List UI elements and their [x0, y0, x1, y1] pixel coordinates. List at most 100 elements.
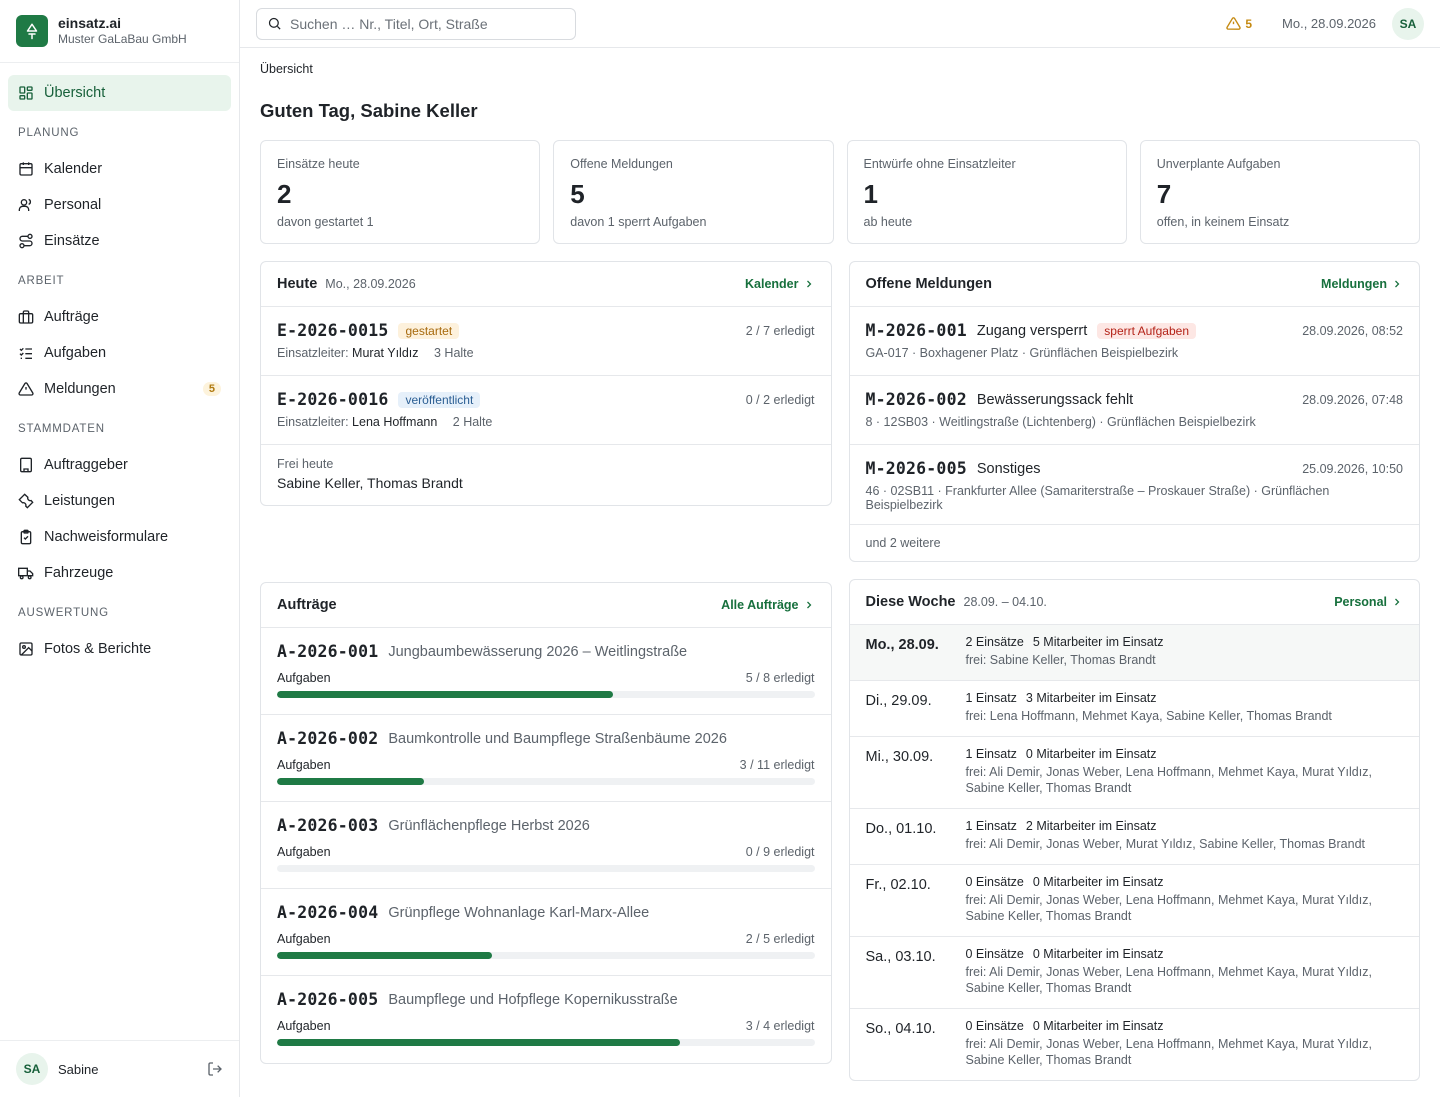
- report-location: 46 · 02SB11 · Frankfurter Allee (Samarit…: [865, 484, 1330, 512]
- week-day-row[interactable]: Sa., 03.10. 0 Einsätze 0 Mitarbeiter im E…: [849, 937, 1419, 1009]
- day-free: frei: Sabine Keller, Thomas Brandt: [965, 653, 1156, 667]
- week-day-row[interactable]: Fr., 02.10. 0 Einsätze 0 Mitarbeiter im E…: [849, 865, 1419, 937]
- sidebar-item-kalender[interactable]: Kalender: [8, 151, 231, 187]
- current-date: Mo., 28.09.2026: [1282, 16, 1376, 31]
- stat-card[interactable]: Offene Meldungen 5 davon 1 sperrt Aufgab…: [553, 140, 834, 244]
- order-row[interactable]: A-2026-001 Jungbaumbewässerung 2026 – Wei…: [261, 628, 831, 715]
- briefcase-icon: [18, 310, 34, 324]
- leader-label: Einsatzleiter:: [277, 415, 349, 429]
- card-header: Heute Mo., 28.09.2026 Kalender: [261, 262, 831, 307]
- week-day-row[interactable]: So., 04.10. 0 Einsätze 0 Mitarbeiter im E…: [850, 1009, 1420, 1080]
- day-free: frei: Ali Demir, Jonas Weber, Lena Hoffm…: [965, 1037, 1372, 1067]
- report-row[interactable]: M-2026-002 Bewässerungssack fehlt 28.09.…: [849, 376, 1419, 445]
- warnings-count: 5: [1245, 16, 1253, 31]
- week-card: Diese Woche 28.09. – 04.10. Personal Mo.…: [848, 579, 1420, 1081]
- report-row[interactable]: M-2026-005 Sonstiges 25.09.2026, 10:50 4…: [849, 445, 1419, 525]
- order-title: Baumpflege und Hofpflege Kopernikusstraß…: [388, 991, 678, 1008]
- report-code: M-2026-001: [865, 321, 967, 340]
- personnel-link[interactable]: Personal: [1334, 595, 1403, 609]
- clipboard-icon: [20, 529, 32, 545]
- more-reports-link[interactable]: und 2 weitere: [850, 525, 1420, 561]
- order-row[interactable]: A-2026-002 Baumkontrolle und Baumpflege S…: [261, 715, 831, 802]
- week-day-row[interactable]: Do., 01.10. 1 Einsatz 2 Mitarbeiter im Ei…: [849, 809, 1419, 865]
- calendar-link[interactable]: Kalender: [745, 277, 815, 291]
- warnings-indicator[interactable]: 5: [1226, 16, 1252, 31]
- sidebar-item-leistungen[interactable]: Leistungen: [8, 483, 231, 519]
- day-name: Mo., 28.09.: [865, 637, 939, 653]
- sidebar-item-auftraggeber[interactable]: Auftraggeber: [8, 447, 231, 483]
- stat-value: 5: [570, 179, 585, 209]
- main-nav: Übersicht PLANUNG Kalender Personal Eins…: [0, 63, 239, 679]
- nav-section-planung: PLANUNG: [18, 127, 80, 139]
- day-einsaetze: 1 Einsatz: [965, 691, 1017, 705]
- meldungen-count-badge: 5: [202, 382, 221, 396]
- stat-card[interactable]: Entwürfe ohne Einsatzleiter 1 ab heute: [846, 140, 1127, 244]
- card-header: Aufträge Alle Aufträge: [261, 583, 831, 628]
- chevron-right-icon: [1395, 598, 1400, 606]
- einsatz-progress: 2 / 7 erledigt: [745, 324, 815, 338]
- avatar[interactable]: SA: [1392, 7, 1424, 40]
- day-einsaetze: 1 Einsatz: [965, 747, 1017, 761]
- link-label: Personal: [1334, 595, 1387, 609]
- order-row[interactable]: A-2026-003 Grünflächenpflege Herbst 2026 …: [261, 802, 831, 889]
- search-box[interactable]: [256, 7, 576, 40]
- order-row[interactable]: A-2026-005 Baumpflege und Hofpflege Koper…: [261, 976, 831, 1063]
- reports-link[interactable]: Meldungen: [1321, 277, 1403, 291]
- brand-company: Muster GaLaBau GmbH: [58, 32, 187, 46]
- sidebar-item-label: Fotos & Berichte: [44, 641, 152, 657]
- stat-label: Offene Meldungen: [570, 157, 673, 171]
- logout-icon[interactable]: [207, 1061, 223, 1077]
- left-column: Heute Mo., 28.09.2026 Kalender E-2026-00…: [260, 261, 832, 1081]
- day-staff: 3 Mitarbeiter im Einsatz: [1025, 691, 1157, 705]
- order-title: Jungbaumbewässerung 2026 – Weitlingstraß…: [388, 643, 688, 660]
- all-orders-link[interactable]: Alle Aufträge: [721, 598, 814, 612]
- einsatz-row[interactable]: E-2026-0016 veröffentlicht 0 / 2 erledig…: [261, 376, 831, 445]
- users-icon: [18, 198, 31, 211]
- stops-count: 2 Halte: [452, 415, 493, 429]
- report-location: 8 · 12SB03 · Weitlingstraße (Lichtenberg…: [865, 415, 1256, 429]
- sidebar-item-fahrzeuge[interactable]: Fahrzeuge: [8, 555, 231, 591]
- day-einsaetze: 0 Einsätze: [965, 947, 1024, 961]
- blocks-tasks-badge: sperrt Aufgaben: [1097, 322, 1196, 339]
- einsatz-row[interactable]: E-2026-0015 gestartet 2 / 7 erledigt Ein…: [261, 307, 831, 376]
- card-header: Diese Woche 28.09. – 04.10. Personal: [849, 580, 1419, 625]
- day-name: Mi., 30.09.: [865, 749, 934, 765]
- sidebar-item-label: Aufgaben: [44, 345, 107, 361]
- sidebar-item-fotos[interactable]: Fotos & Berichte: [8, 631, 231, 667]
- stat-card[interactable]: Einsätze heute 2 davon gestartet 1: [260, 140, 541, 244]
- order-row[interactable]: A-2026-004 Grünpflege Wohnanlage Karl-Mar…: [261, 889, 831, 976]
- sidebar-item-aufgaben[interactable]: Aufgaben: [8, 335, 231, 371]
- day-einsaetze: 2 Einsätze: [965, 635, 1024, 649]
- sidebar-item-auftraege[interactable]: Aufträge: [8, 299, 231, 335]
- nav-section-arbeit: ARBEIT: [18, 275, 65, 287]
- order-code: A-2026-001: [277, 642, 379, 661]
- breadcrumb: Übersicht: [260, 62, 313, 76]
- day-name: Do., 01.10.: [865, 821, 937, 837]
- week-day-row[interactable]: Mi., 30.09. 1 Einsatz 0 Mitarbeiter im Ei…: [849, 737, 1419, 809]
- sidebar-item-personal[interactable]: Personal: [8, 187, 231, 223]
- leader-name: Lena Hoffmann: [352, 415, 438, 429]
- sidebar-item-nachweisformulare[interactable]: Nachweisformulare: [8, 519, 231, 555]
- sidebar-item-meldungen[interactable]: Meldungen 5: [8, 371, 231, 407]
- sidebar-item-label: Kalender: [44, 161, 103, 177]
- link-label: Meldungen: [1321, 277, 1387, 291]
- sidebar-item-overview[interactable]: Übersicht: [8, 75, 231, 111]
- search-input[interactable]: [290, 15, 560, 32]
- brand[interactable]: einsatz.ai Muster GaLaBau GmbH: [0, 0, 239, 63]
- report-location: GA-017 · Boxhagener Platz · Grünflächen …: [865, 346, 1179, 360]
- day-name: Sa., 03.10.: [865, 949, 936, 965]
- card-date: Mo., 28.09.2026: [325, 277, 416, 291]
- image-icon: [19, 642, 33, 656]
- stops-count: 3 Halte: [434, 346, 474, 360]
- avatar[interactable]: SA: [16, 1053, 48, 1085]
- week-day-row[interactable]: Mo., 28.09. 2 Einsätze 5 Mitarbeiter im E…: [849, 625, 1419, 681]
- report-row[interactable]: M-2026-001 Zugang versperrt sperrt Aufga…: [849, 307, 1419, 376]
- day-staff: 0 Mitarbeiter im Einsatz: [1032, 1019, 1164, 1033]
- stat-card[interactable]: Unverplante Aufgaben 7 offen, in keinem …: [1139, 140, 1420, 244]
- week-day-row[interactable]: Di., 29.09. 1 Einsatz 3 Mitarbeiter im Ei…: [849, 681, 1419, 737]
- sidebar-item-label: Meldungen: [44, 381, 116, 397]
- day-free: frei: Ali Demir, Jonas Weber, Murat Yıld…: [965, 837, 1366, 851]
- sidebar-item-einsaetze[interactable]: Einsätze: [8, 223, 231, 259]
- stat-value: 2: [277, 179, 292, 209]
- stat-sub: offen, in keinem Einsatz: [1156, 215, 1290, 229]
